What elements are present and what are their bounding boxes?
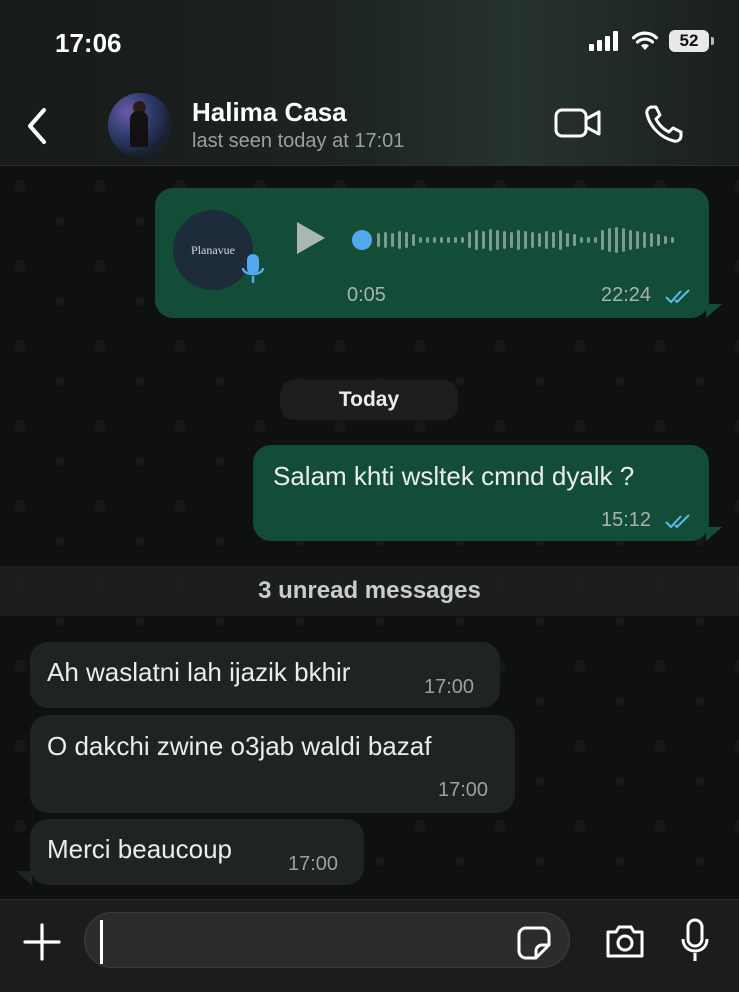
waveform-bar: [531, 232, 534, 248]
voice-waveform[interactable]: [351, 224, 681, 256]
waveform-bar: [622, 228, 625, 252]
waveform-bar: [545, 231, 548, 249]
avatar-figure: [130, 111, 148, 147]
incoming-message-bubble[interactable]: Merci beaucoup 17:00: [30, 819, 364, 885]
sticker-icon[interactable]: [516, 925, 552, 961]
message-text: O dakchi zwine o3jab waldi bazaf: [47, 731, 432, 761]
waveform-bar: [636, 231, 639, 249]
read-receipt-icon: [665, 289, 690, 304]
outgoing-message-bubble[interactable]: Salam khti wsltek cmnd dyalk ? 15:12: [253, 445, 709, 541]
message-time: 17:00: [288, 853, 339, 875]
waveform-bar: [377, 233, 380, 247]
message-text: Ah waslatni lah ijazik bkhir: [47, 657, 351, 687]
message-time: 15:12: [601, 509, 652, 531]
waveform-bar: [587, 237, 590, 243]
waveform-bar: [433, 237, 436, 243]
waveform-bar: [405, 232, 408, 248]
waveform-bar: [503, 231, 506, 249]
waveform-bar: [671, 237, 674, 243]
microphone-icon[interactable]: [680, 917, 710, 963]
video-call-icon[interactable]: [553, 105, 603, 141]
waveform-bar: [524, 231, 527, 249]
waveform-bar: [454, 237, 457, 243]
last-seen-status: last seen today at 17:01: [192, 130, 405, 152]
battery-indicator: 52: [669, 30, 714, 52]
waveform-bar: [664, 236, 667, 244]
message-time: 17:00: [424, 676, 475, 698]
back-chevron-icon[interactable]: [18, 104, 58, 148]
waveform-bar: [496, 230, 499, 250]
incoming-message-bubble[interactable]: Ah waslatni lah ijazik bkhir 17:00: [30, 642, 500, 708]
text-caret: [100, 920, 103, 964]
waveform-bar: [517, 230, 520, 250]
phone-icon[interactable]: [643, 103, 685, 145]
status-icons: 52: [589, 30, 714, 52]
waveform-bar: [384, 232, 387, 248]
waveform-bar: [559, 230, 562, 250]
camera-icon[interactable]: [604, 922, 646, 960]
wifi-icon: [631, 31, 659, 50]
bubble-tail: [706, 304, 722, 318]
waveform-bar: [580, 237, 583, 243]
waveform-bar: [552, 232, 555, 248]
play-icon[interactable]: [293, 218, 329, 258]
waveform-bar: [601, 230, 604, 250]
read-receipt-icon: [665, 514, 690, 529]
waveform-bar: [566, 233, 569, 247]
waveform-bar: [468, 232, 471, 248]
date-separator: Today: [280, 380, 458, 420]
waveform-bar: [391, 233, 394, 247]
bubble-tail: [706, 527, 722, 541]
waveform-bar: [447, 237, 450, 243]
cellular-signal-icon: [589, 31, 618, 51]
message-text: Salam khti wsltek cmnd dyalk ?: [273, 461, 635, 491]
status-time: 17:06: [55, 28, 122, 58]
waveform-bar: [412, 234, 415, 246]
waveform-bar: [594, 237, 597, 243]
waveform-bar: [426, 237, 429, 243]
waveform-bar: [489, 229, 492, 251]
incoming-message-bubble[interactable]: O dakchi zwine o3jab waldi bazaf 17:00: [30, 715, 515, 813]
waveform-bar: [510, 232, 513, 248]
voice-duration: 0:05: [347, 284, 386, 306]
microphone-badge-icon: [241, 254, 265, 283]
waveform-bar: [475, 230, 478, 250]
waveform-bar: [615, 227, 618, 253]
waveform-bar: [419, 237, 422, 243]
waveform-bar: [629, 230, 632, 250]
waveform-bar: [573, 234, 576, 246]
bubble-tail: [16, 871, 32, 885]
waveform-bar: [461, 237, 464, 243]
waveform-bar: [538, 233, 541, 247]
waveform-bar: [657, 234, 660, 246]
chat-header: 17:06 52 Halima Casa last seen today at …: [0, 0, 739, 166]
voice-message-bubble[interactable]: Planavue 0:05 22:24: [155, 188, 709, 318]
waveform-progress-dot: [352, 230, 372, 250]
message-input[interactable]: [84, 912, 570, 968]
waveform-bar: [398, 231, 401, 249]
message-time: 22:24: [601, 284, 652, 306]
plus-icon[interactable]: [22, 922, 62, 962]
waveform-bar: [608, 228, 611, 252]
contact-avatar[interactable]: [108, 93, 172, 157]
waveform-bar: [650, 233, 653, 247]
message-time: 17:00: [438, 779, 489, 801]
waveform-bar: [643, 232, 646, 248]
unread-messages-banner: 3 unread messages: [0, 566, 739, 616]
message-text: Merci beaucoup: [47, 834, 232, 864]
chat-area[interactable]: Planavue 0:05 22:24 Today Salam khti wsl…: [0, 166, 739, 899]
contact-name[interactable]: Halima Casa: [192, 97, 347, 128]
waveform-bar: [482, 231, 485, 249]
waveform-bar: [440, 237, 443, 243]
